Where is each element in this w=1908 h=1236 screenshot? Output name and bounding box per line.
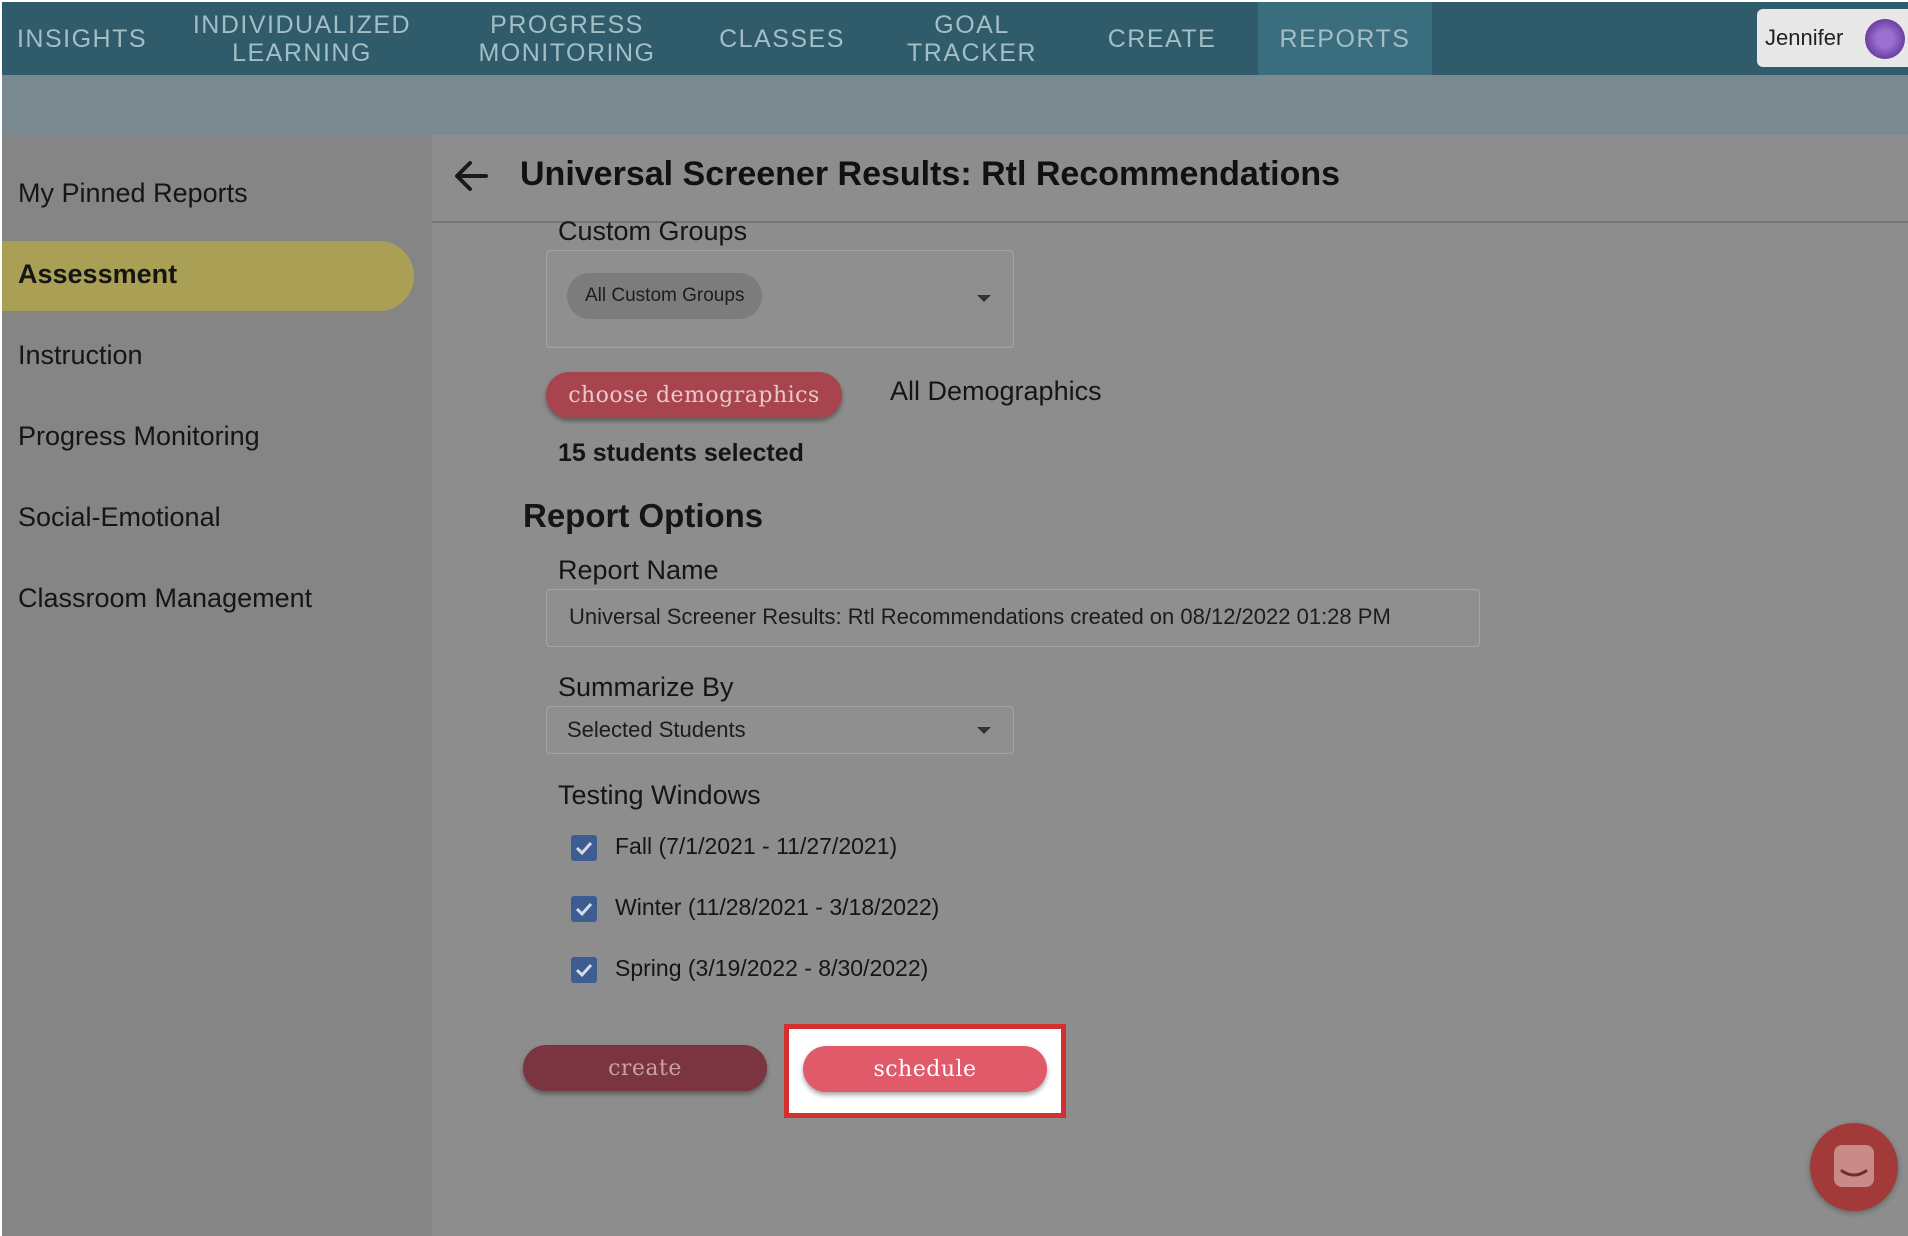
checkbox-spring[interactable] <box>571 957 597 983</box>
sidebar-item-instruction[interactable]: Instruction <box>18 340 143 371</box>
checkmark-icon <box>575 841 593 856</box>
chat-icon <box>1834 1145 1874 1187</box>
choose-demographics-button[interactable]: choose demographics <box>546 372 842 418</box>
checkbox-winter[interactable] <box>571 896 597 922</box>
students-selected-count: 15 students selected <box>558 439 804 467</box>
nav-classes[interactable]: CLASSES <box>717 2 847 75</box>
sub-toolbar <box>2 75 1908 135</box>
schedule-highlight-frame: schedule <box>784 1024 1066 1118</box>
chat-launcher-button[interactable] <box>1810 1123 1898 1211</box>
summarize-by-value: Selected Students <box>567 717 746 742</box>
page-header: Universal Screener Results: Rtl Recommen… <box>432 135 1908 223</box>
nav-goal-tracker[interactable]: GOAL TRACKER <box>872 2 1072 75</box>
app-window: INSIGHTS INDIVIDUALIZED LEARNING PROGRES… <box>2 2 1908 1236</box>
main-content: Universal Screener Results: Rtl Recommen… <box>432 135 1908 1236</box>
checkmark-icon <box>575 963 593 978</box>
report-name-value: Universal Screener Results: Rtl Recommen… <box>569 604 1391 629</box>
sidebar: My Pinned Reports Assessment Instruction… <box>2 135 432 1236</box>
sidebar-item-my-pinned-reports[interactable]: My Pinned Reports <box>18 178 248 209</box>
summarize-by-label: Summarize By <box>558 672 734 702</box>
summarize-by-select[interactable]: Selected Students <box>546 706 1014 754</box>
report-options-heading: Report Options <box>523 497 764 534</box>
nav-individualized-learning[interactable]: INDIVIDUALIZED LEARNING <box>182 2 422 75</box>
sidebar-item-social-emotional[interactable]: Social-Emotional <box>18 502 221 533</box>
report-name-input[interactable]: Universal Screener Results: Rtl Recommen… <box>546 589 1480 647</box>
sidebar-item-classroom-management[interactable]: Classroom Management <box>18 583 312 614</box>
demographics-value: All Demographics <box>890 376 1102 406</box>
testing-windows-label: Testing Windows <box>558 780 761 810</box>
checkmark-icon <box>575 902 593 917</box>
top-nav: INSIGHTS INDIVIDUALIZED LEARNING PROGRES… <box>2 2 1908 75</box>
user-name: Jennifer <box>1765 25 1844 50</box>
page-title: Universal Screener Results: Rtl Recommen… <box>520 155 1341 193</box>
chevron-down-icon <box>977 727 991 734</box>
chevron-down-icon <box>977 295 991 302</box>
testing-window-winter: Winter (11/28/2021 - 3/18/2022) <box>615 894 940 920</box>
custom-groups-select[interactable]: All Custom Groups <box>546 250 1014 348</box>
nav-create[interactable]: CREATE <box>1102 2 1222 75</box>
nav-progress-monitoring[interactable]: PROGRESS MONITORING <box>457 2 677 75</box>
report-name-label: Report Name <box>558 555 719 585</box>
checkbox-fall[interactable] <box>571 835 597 861</box>
sidebar-item-assessment[interactable]: Assessment <box>18 259 177 290</box>
back-arrow-icon[interactable] <box>448 153 494 199</box>
custom-groups-label: Custom Groups <box>558 216 748 246</box>
testing-window-fall: Fall (7/1/2021 - 11/27/2021) <box>615 833 898 859</box>
testing-window-spring: Spring (3/19/2022 - 8/30/2022) <box>615 955 929 981</box>
sidebar-item-progress-monitoring[interactable]: Progress Monitoring <box>18 421 260 452</box>
avatar <box>1865 19 1905 59</box>
create-button[interactable]: create <box>523 1045 767 1091</box>
user-menu[interactable]: Jennifer <box>1757 9 1908 67</box>
nav-reports[interactable]: REPORTS <box>1258 2 1432 75</box>
nav-insights[interactable]: INSIGHTS <box>2 2 162 75</box>
custom-groups-chip[interactable]: All Custom Groups <box>567 273 763 319</box>
schedule-button[interactable]: schedule <box>803 1046 1047 1092</box>
